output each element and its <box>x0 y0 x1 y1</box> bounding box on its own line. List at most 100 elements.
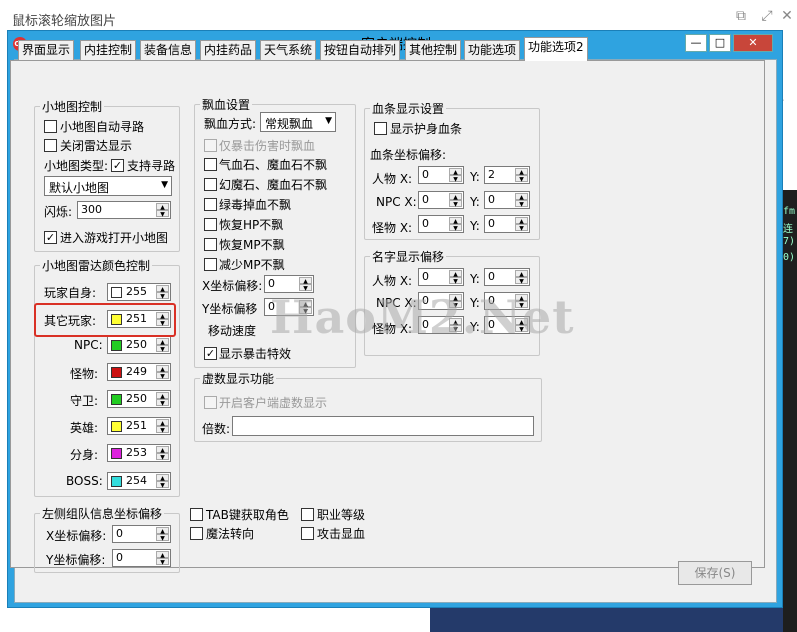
color-stepper-clone[interactable]: 253 ▲ ▼ <box>107 444 171 462</box>
open-minimap-checkbox[interactable]: ✓ <box>44 231 57 244</box>
spin-down-icon[interactable]: ▼ <box>515 277 528 285</box>
spin-up-icon[interactable]: ▲ <box>156 419 169 427</box>
tab-plugin-potions[interactable]: 内挂药品 <box>200 40 257 60</box>
spin-up-icon[interactable]: ▲ <box>156 527 169 535</box>
show-shield-checkbox[interactable] <box>374 122 387 135</box>
auto-path-checkbox[interactable] <box>44 120 57 133</box>
hp-y-stepper[interactable]: 0 ▲ ▼ <box>484 191 530 209</box>
name-y-stepper[interactable]: 0 ▲ ▼ <box>484 268 530 286</box>
hp-y-stepper[interactable]: 0 ▲ ▼ <box>484 215 530 233</box>
team-y-stepper[interactable]: 0 ▲ ▼ <box>112 549 171 567</box>
color-stepper-npc[interactable]: 250 ▲ ▼ <box>107 336 171 354</box>
spin-down-icon[interactable]: ▼ <box>156 399 169 407</box>
virtual-enable-checkbox[interactable] <box>204 396 217 409</box>
close-radar-checkbox[interactable] <box>44 139 57 152</box>
spin-down-icon[interactable]: ▼ <box>515 224 528 232</box>
color-stepper-hero[interactable]: 251 ▲ ▼ <box>107 417 171 435</box>
hp-x-stepper[interactable]: 0 ▲ ▼ <box>418 166 464 184</box>
spin-down-icon[interactable]: ▼ <box>156 345 169 353</box>
spin-down-icon[interactable]: ▼ <box>449 224 462 232</box>
spin-up-icon[interactable]: ▲ <box>515 217 528 225</box>
spin-up-icon[interactable]: ▲ <box>156 338 169 346</box>
spin-down-icon[interactable]: ▼ <box>156 481 169 489</box>
spin-up-icon[interactable]: ▲ <box>299 277 312 285</box>
spin-down-icon[interactable]: ▼ <box>449 175 462 183</box>
float-option-checkbox[interactable] <box>204 178 217 191</box>
spin-down-icon[interactable]: ▼ <box>156 426 169 434</box>
job-level-checkbox[interactable] <box>301 508 314 521</box>
tab-button-arrange[interactable]: 按钮自动排列 <box>320 40 401 60</box>
color-stepper-self[interactable]: 255 ▲ ▼ <box>107 283 171 301</box>
spin-up-icon[interactable]: ▲ <box>156 551 169 559</box>
show-crit-label: 显示暴击特效 <box>219 347 292 361</box>
float-option-checkbox[interactable] <box>204 258 217 271</box>
external-link-icon[interactable]: ⧉ <box>733 8 749 24</box>
crit-only-label: 仅暴击伤害时飘血 <box>219 139 316 153</box>
float-option-checkbox[interactable] <box>204 238 217 251</box>
spin-down-icon[interactable]: ▼ <box>156 534 169 542</box>
tab-other-control[interactable]: 其他控制 <box>405 40 462 60</box>
spin-down-icon[interactable]: ▼ <box>515 175 528 183</box>
spin-up-icon[interactable]: ▲ <box>156 365 169 373</box>
hp-row-label: 怪物 X: <box>372 221 413 235</box>
crit-only-checkbox[interactable] <box>204 139 217 152</box>
team-x-value: 0 <box>116 527 123 540</box>
flash-stepper[interactable]: 300 ▲ ▼ <box>77 201 171 219</box>
spin-up-icon[interactable]: ▲ <box>156 203 169 211</box>
tab-function-options[interactable]: 功能选项 <box>464 40 521 60</box>
float-option-checkbox[interactable] <box>204 198 217 211</box>
spin-down-icon[interactable]: ▼ <box>156 372 169 380</box>
support-path-checkbox[interactable]: ✓ <box>111 159 124 172</box>
spin-down-icon[interactable]: ▼ <box>156 453 169 461</box>
tab-weather[interactable]: 天气系统 <box>260 40 317 60</box>
spin-down-icon[interactable]: ▼ <box>156 292 169 300</box>
tab-select-checkbox[interactable] <box>190 508 203 521</box>
color-stepper-guard[interactable]: 250 ▲ ▼ <box>107 390 171 408</box>
spin-down-icon[interactable]: ▼ <box>156 210 169 218</box>
magic-turn-checkbox[interactable] <box>190 527 203 540</box>
fullscreen-icon[interactable]: ⤢ <box>759 8 775 24</box>
spin-up-icon[interactable]: ▲ <box>449 217 462 225</box>
spin-up-icon[interactable]: ▲ <box>156 285 169 293</box>
spin-up-icon[interactable]: ▲ <box>449 168 462 176</box>
team-x-stepper[interactable]: 0 ▲ ▼ <box>112 525 171 543</box>
name-x-stepper[interactable]: 0 ▲ ▼ <box>418 268 464 286</box>
spin-down-icon[interactable]: ▼ <box>449 200 462 208</box>
tab-function-options-2[interactable]: 功能选项2 <box>524 37 588 61</box>
color-value: 250 <box>126 392 147 405</box>
maximize-button[interactable]: □ <box>709 34 731 52</box>
spin-up-icon[interactable]: ▲ <box>156 446 169 454</box>
spin-up-icon[interactable]: ▲ <box>449 193 462 201</box>
tab-equip-info[interactable]: 装备信息 <box>140 40 197 60</box>
float-option-label: 绿毒掉血不飘 <box>219 198 292 212</box>
multiplier-input[interactable] <box>232 416 534 436</box>
spin-down-icon[interactable]: ▼ <box>449 277 462 285</box>
close-icon[interactable]: ✕ <box>779 8 795 24</box>
tab-ui-display[interactable]: 界面显示 <box>18 40 75 60</box>
close-window-button[interactable]: ✕ <box>733 34 773 52</box>
show-crit-checkbox[interactable]: ✓ <box>204 347 217 360</box>
team-y-value: 0 <box>116 551 123 564</box>
spin-up-icon[interactable]: ▲ <box>449 270 462 278</box>
background-strip <box>430 608 783 632</box>
spin-up-icon[interactable]: ▲ <box>156 392 169 400</box>
minimap-type-select[interactable]: 默认小地图 ▼ <box>44 176 172 196</box>
spin-down-icon[interactable]: ▼ <box>515 200 528 208</box>
spin-up-icon[interactable]: ▲ <box>515 270 528 278</box>
spin-up-icon[interactable]: ▲ <box>515 168 528 176</box>
color-stepper-monster[interactable]: 249 ▲ ▼ <box>107 363 171 381</box>
hp-x-stepper[interactable]: 0 ▲ ▼ <box>418 191 464 209</box>
float-mode-select[interactable]: 常规飘血 ▼ <box>260 112 336 132</box>
spin-up-icon[interactable]: ▲ <box>156 474 169 482</box>
save-button[interactable]: 保存(S) <box>678 561 752 585</box>
hp-x-stepper[interactable]: 0 ▲ ▼ <box>418 215 464 233</box>
color-stepper-boss[interactable]: 254 ▲ ▼ <box>107 472 171 490</box>
spin-up-icon[interactable]: ▲ <box>515 193 528 201</box>
float-option-checkbox[interactable] <box>204 218 217 231</box>
attack-show-checkbox[interactable] <box>301 527 314 540</box>
tab-plugin-control[interactable]: 内挂控制 <box>80 40 137 60</box>
hp-y-stepper[interactable]: 2 ▲ ▼ <box>484 166 530 184</box>
spin-down-icon[interactable]: ▼ <box>156 558 169 566</box>
float-option-checkbox[interactable] <box>204 158 217 171</box>
minimize-button[interactable]: — <box>685 34 707 52</box>
